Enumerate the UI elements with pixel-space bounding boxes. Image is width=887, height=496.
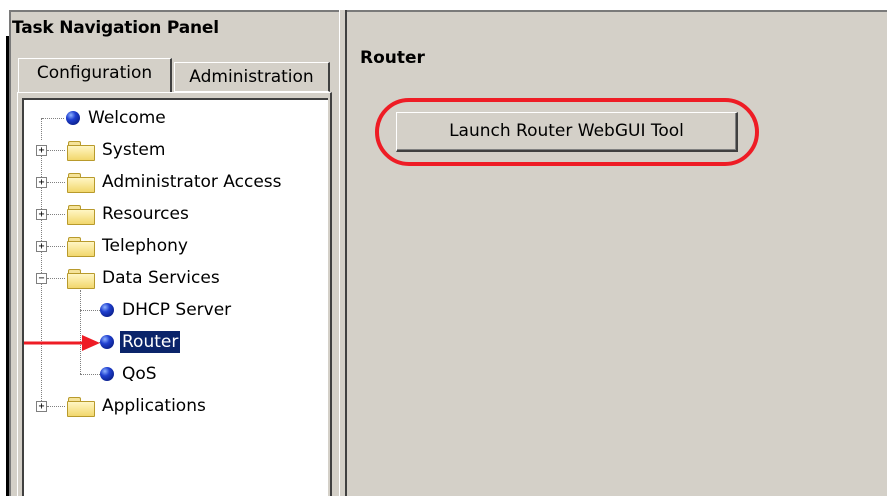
content-pane bbox=[347, 10, 887, 496]
tree-line bbox=[80, 310, 100, 311]
tree-item-data-services[interactable]: Data Services bbox=[66, 264, 222, 292]
splitter[interactable] bbox=[339, 10, 347, 496]
expand-toggle-applications[interactable]: + bbox=[36, 401, 47, 412]
launch-router-webgui-button[interactable]: Launch Router WebGUI Tool bbox=[396, 112, 738, 152]
panel-title: Task Navigation Panel bbox=[12, 18, 219, 38]
expand-toggle-administrator-access[interactable]: + bbox=[36, 177, 47, 188]
tree-line bbox=[47, 278, 65, 279]
collapse-toggle-data-services[interactable]: − bbox=[36, 273, 47, 284]
tree-line bbox=[80, 374, 100, 375]
tree-item-label: Applications bbox=[102, 396, 206, 416]
tree-item-label: QoS bbox=[122, 364, 157, 384]
expand-toggle-telephony[interactable]: + bbox=[36, 241, 47, 252]
tree-item-welcome[interactable]: Welcome bbox=[66, 104, 168, 132]
tree-item-administrator-access[interactable]: Administrator Access bbox=[66, 168, 284, 196]
folder-icon bbox=[66, 396, 96, 417]
bullet-icon bbox=[100, 367, 114, 381]
folder-open-icon bbox=[66, 268, 96, 289]
tree-item-label: System bbox=[102, 140, 166, 160]
expand-toggle-system[interactable]: + bbox=[36, 145, 47, 156]
folder-icon bbox=[66, 140, 96, 161]
bullet-icon bbox=[100, 303, 114, 317]
content-title: Router bbox=[360, 48, 425, 68]
tree-line bbox=[42, 118, 64, 119]
red-arrow-icon bbox=[24, 335, 100, 351]
tree-item-label: Data Services bbox=[102, 268, 220, 288]
tree-line bbox=[47, 406, 65, 407]
tree-item-dhcp-server[interactable]: DHCP Server bbox=[100, 296, 233, 324]
folder-icon bbox=[66, 204, 96, 225]
tree-item-router[interactable]: Router bbox=[100, 328, 182, 356]
tree-line bbox=[47, 182, 65, 183]
expand-toggle-resources[interactable]: + bbox=[36, 209, 47, 220]
folder-icon bbox=[66, 236, 96, 257]
tree-item-label: Welcome bbox=[88, 108, 166, 128]
tree-item-resources[interactable]: Resources bbox=[66, 200, 191, 228]
tree-line bbox=[80, 290, 81, 374]
tree-item-label: Administrator Access bbox=[102, 172, 282, 192]
tab-configuration[interactable]: Configuration bbox=[18, 58, 172, 92]
tree-item-qos[interactable]: QoS bbox=[100, 360, 159, 388]
tree-line bbox=[47, 246, 65, 247]
folder-icon bbox=[66, 172, 96, 193]
bullet-icon bbox=[66, 111, 80, 125]
tab-administration[interactable]: Administration bbox=[174, 62, 330, 92]
tree-item-label: Router bbox=[118, 330, 182, 354]
tree-item-system[interactable]: System bbox=[66, 136, 167, 164]
tree-line bbox=[47, 214, 65, 215]
tree-item-telephony[interactable]: Telephony bbox=[66, 232, 190, 260]
tree-line bbox=[41, 118, 42, 140]
tree-item-label: Resources bbox=[102, 204, 189, 224]
tree-line bbox=[47, 150, 65, 151]
tree-item-label: Telephony bbox=[102, 236, 188, 256]
tree-item-label: DHCP Server bbox=[122, 300, 232, 320]
tree-item-applications[interactable]: Applications bbox=[66, 392, 208, 420]
